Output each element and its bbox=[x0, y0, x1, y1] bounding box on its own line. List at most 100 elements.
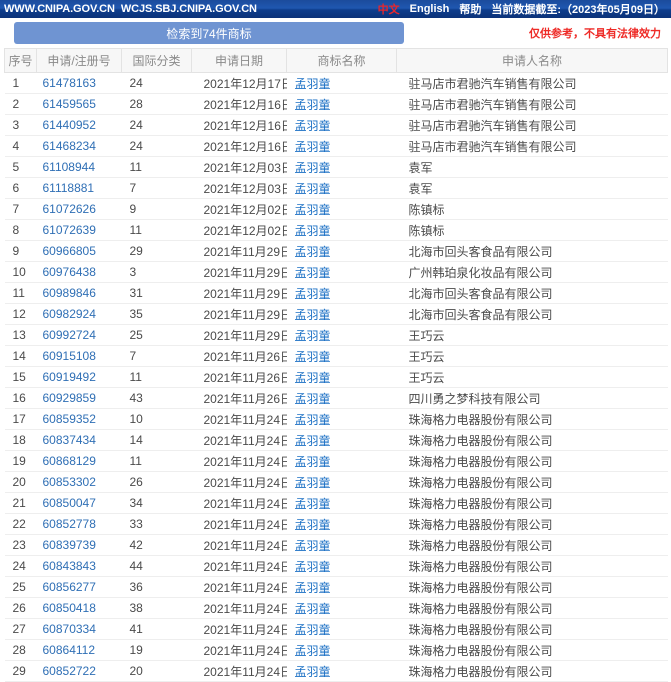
cell-sequence: 18 bbox=[4, 429, 37, 451]
column-header-nice-class: 国际分类 bbox=[121, 48, 192, 73]
cell-sequence: 20 bbox=[4, 471, 37, 493]
cell-trademark-name-text[interactable]: 孟羽童 bbox=[295, 560, 331, 574]
cell-trademark-name: 孟羽童 bbox=[286, 72, 397, 94]
cell-application-no: 61478163 bbox=[36, 72, 122, 94]
cell-trademark-name-text[interactable]: 孟羽童 bbox=[295, 329, 331, 343]
cell-application-no-text[interactable]: 61468234 bbox=[43, 139, 96, 153]
cell-application-no-text[interactable]: 61459565 bbox=[43, 97, 96, 111]
cell-trademark-name-text[interactable]: 孟羽童 bbox=[295, 224, 331, 238]
cell-application-no-text[interactable]: 60919492 bbox=[43, 370, 96, 384]
cell-nice-class: 7 bbox=[121, 177, 192, 199]
help-link[interactable]: 帮助 bbox=[459, 1, 481, 17]
cell-trademark-name-text[interactable]: 孟羽童 bbox=[295, 287, 331, 301]
cell-application-no: 60870334 bbox=[36, 618, 122, 640]
cell-applicant-name: 王巧云 bbox=[396, 366, 668, 388]
cell-sequence: 13 bbox=[4, 324, 37, 346]
cell-trademark-name-text[interactable]: 孟羽童 bbox=[295, 539, 331, 553]
cell-trademark-name-text[interactable]: 孟羽童 bbox=[295, 203, 331, 217]
cell-trademark-name: 孟羽童 bbox=[286, 261, 397, 283]
cell-application-no-text[interactable]: 60989846 bbox=[43, 286, 96, 300]
cell-trademark-name-text[interactable]: 孟羽童 bbox=[295, 392, 331, 406]
cell-application-no: 61468234 bbox=[36, 135, 122, 157]
cell-trademark-name: 孟羽童 bbox=[286, 282, 397, 304]
cell-application-date: 2021年12月17日 bbox=[191, 72, 287, 94]
cell-applicant-name: 珠海格力电器股份有限公司 bbox=[396, 534, 668, 556]
cell-trademark-name-text[interactable]: 孟羽童 bbox=[295, 182, 331, 196]
cell-application-date: 2021年11月29日 bbox=[191, 240, 287, 262]
cell-trademark-name-text[interactable]: 孟羽童 bbox=[295, 140, 331, 154]
cell-application-no-text[interactable]: 61118881 bbox=[43, 181, 95, 195]
cell-trademark-name-text[interactable]: 孟羽童 bbox=[295, 665, 331, 679]
table-row: 2 61459565 28 2021年12月16日 孟羽童 驻马店市君驰汽车销售有限公司 bbox=[4, 93, 668, 115]
cell-applicant-name: 王巧云 bbox=[396, 324, 668, 346]
table-row: 9 60966805 29 2021年11月29日 孟羽童 北海市回头客食品有限公司 bbox=[4, 240, 668, 262]
cell-trademark-name: 孟羽童 bbox=[286, 429, 397, 451]
cell-trademark-name-text[interactable]: 孟羽童 bbox=[295, 581, 331, 595]
cell-application-no-text[interactable]: 60850418 bbox=[43, 601, 96, 615]
cell-application-no-text[interactable]: 61440952 bbox=[43, 118, 96, 132]
cell-application-no-text[interactable]: 60976438 bbox=[43, 265, 96, 279]
cell-sequence: 3 bbox=[4, 114, 37, 136]
cell-application-no-text[interactable]: 60870334 bbox=[43, 622, 96, 636]
cell-application-no-text[interactable]: 60856277 bbox=[43, 580, 96, 594]
cell-applicant-name: 陈镇标 bbox=[396, 219, 668, 241]
cell-trademark-name-text[interactable]: 孟羽童 bbox=[295, 497, 331, 511]
cell-application-no-text[interactable]: 60853302 bbox=[43, 475, 96, 489]
cell-trademark-name-text[interactable]: 孟羽童 bbox=[295, 518, 331, 532]
cell-applicant-name: 珠海格力电器股份有限公司 bbox=[396, 429, 668, 451]
cell-trademark-name-text[interactable]: 孟羽童 bbox=[295, 476, 331, 490]
cell-trademark-name-text[interactable]: 孟羽童 bbox=[295, 602, 331, 616]
cell-trademark-name: 孟羽童 bbox=[286, 177, 397, 199]
language-english-link[interactable]: English bbox=[410, 3, 450, 15]
cell-trademark-name-text[interactable]: 孟羽童 bbox=[295, 455, 331, 469]
cell-trademark-name-text[interactable]: 孟羽童 bbox=[295, 161, 331, 175]
cell-trademark-name-text[interactable]: 孟羽童 bbox=[295, 350, 331, 364]
cell-application-no-text[interactable]: 60915108 bbox=[43, 349, 96, 363]
cell-trademark-name-text[interactable]: 孟羽童 bbox=[295, 644, 331, 658]
cell-trademark-name: 孟羽童 bbox=[286, 219, 397, 241]
cell-trademark-name-text[interactable]: 孟羽童 bbox=[295, 434, 331, 448]
cell-application-no-text[interactable]: 61108944 bbox=[43, 160, 96, 174]
cell-application-date: 2021年11月24日 bbox=[191, 618, 287, 640]
cell-trademark-name: 孟羽童 bbox=[286, 492, 397, 514]
cell-trademark-name-text[interactable]: 孟羽童 bbox=[295, 98, 331, 112]
cell-application-no-text[interactable]: 60852778 bbox=[43, 517, 96, 531]
cell-application-no-text[interactable]: 60852722 bbox=[43, 664, 96, 678]
cell-application-no-text[interactable]: 61072639 bbox=[43, 223, 96, 237]
cell-nice-class: 43 bbox=[121, 387, 192, 409]
cell-trademark-name-text[interactable]: 孟羽童 bbox=[295, 266, 331, 280]
cell-nice-class: 26 bbox=[121, 471, 192, 493]
cell-application-no-text[interactable]: 60864112 bbox=[43, 643, 96, 657]
cell-application-no-text[interactable]: 61072626 bbox=[43, 202, 96, 216]
cell-application-no-text[interactable]: 60868129 bbox=[43, 454, 96, 468]
cell-application-no-text[interactable]: 60992724 bbox=[43, 328, 96, 342]
cell-application-no-text[interactable]: 60982924 bbox=[43, 307, 96, 321]
cell-application-no: 60850418 bbox=[36, 597, 122, 619]
language-chinese-link[interactable]: 中文 bbox=[378, 1, 400, 17]
results-table-container: 序号 申请/注册号 国际分类 申请日期 商标名称 申请人名称 1 61478163… bbox=[0, 48, 671, 682]
cell-applicant-name: 珠海格力电器股份有限公司 bbox=[396, 408, 668, 430]
cell-application-no-text[interactable]: 61478163 bbox=[43, 76, 96, 90]
cell-trademark-name-text[interactable]: 孟羽童 bbox=[295, 119, 331, 133]
cell-nice-class: 19 bbox=[121, 639, 192, 661]
cell-application-no-text[interactable]: 60843843 bbox=[43, 559, 96, 573]
cell-trademark-name: 孟羽童 bbox=[286, 135, 397, 157]
cell-trademark-name-text[interactable]: 孟羽童 bbox=[295, 308, 331, 322]
cell-sequence: 28 bbox=[4, 639, 37, 661]
cell-trademark-name-text[interactable]: 孟羽童 bbox=[295, 77, 331, 91]
cell-trademark-name-text[interactable]: 孟羽童 bbox=[295, 245, 331, 259]
cell-application-no-text[interactable]: 60966805 bbox=[43, 244, 96, 258]
cell-application-no-text[interactable]: 60859352 bbox=[43, 412, 96, 426]
cell-applicant-name: 袁军 bbox=[396, 177, 668, 199]
cell-trademark-name: 孟羽童 bbox=[286, 576, 397, 598]
cell-application-no-text[interactable]: 60929859 bbox=[43, 391, 96, 405]
column-header-trademark-name: 商标名称 bbox=[286, 48, 397, 73]
cell-application-no-text[interactable]: 60850047 bbox=[43, 496, 96, 510]
cell-trademark-name-text[interactable]: 孟羽童 bbox=[295, 371, 331, 385]
table-row: 21 60850047 34 2021年11月24日 孟羽童 珠海格力电器股份有限公司 bbox=[4, 492, 668, 514]
cell-application-no-text[interactable]: 60839739 bbox=[43, 538, 96, 552]
cell-application-no: 60982924 bbox=[36, 303, 122, 325]
cell-application-no-text[interactable]: 60837434 bbox=[43, 433, 96, 447]
cell-applicant-name: 珠海格力电器股份有限公司 bbox=[396, 555, 668, 577]
cell-trademark-name-text[interactable]: 孟羽童 bbox=[295, 413, 331, 427]
